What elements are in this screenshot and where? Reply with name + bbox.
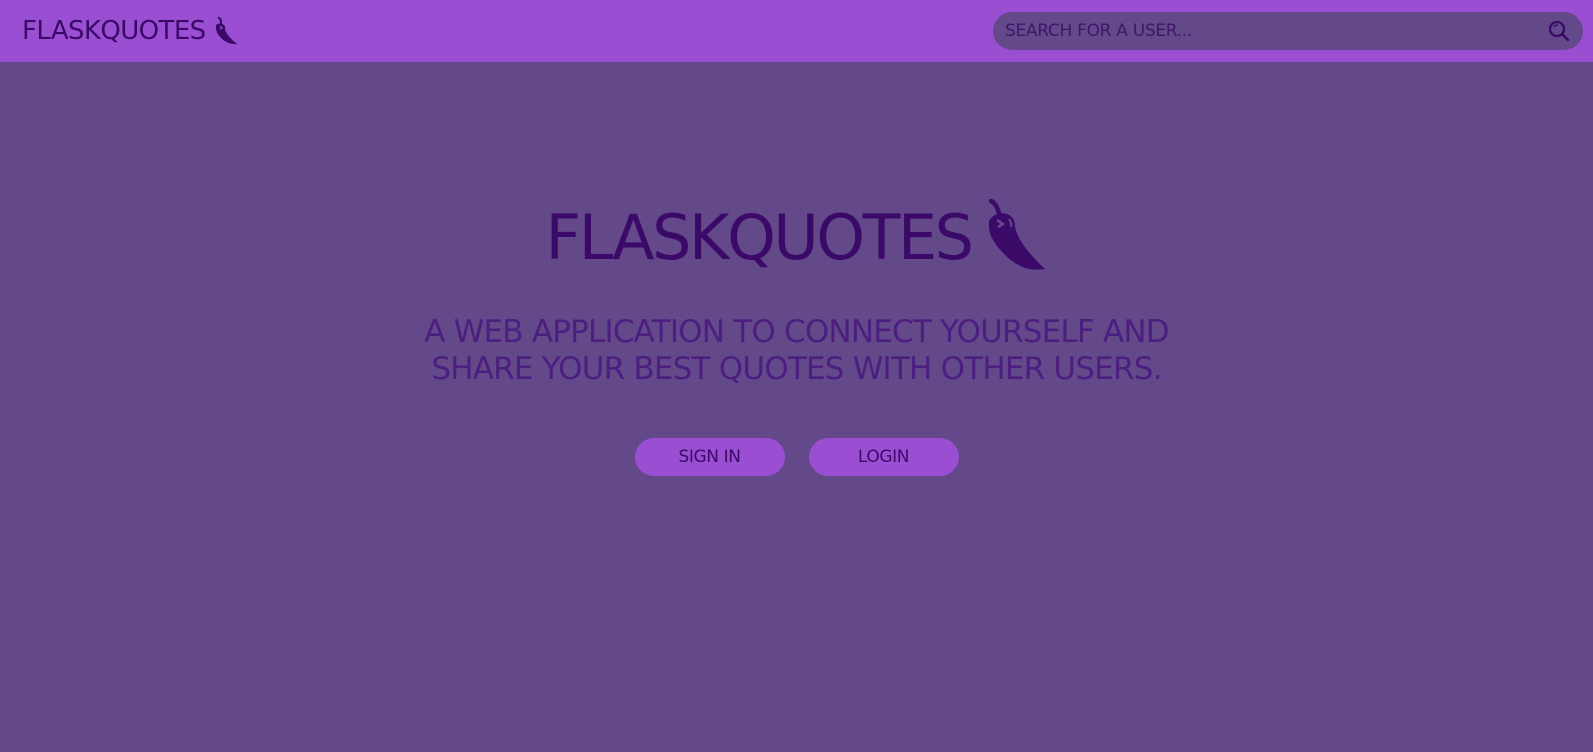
hero-subtitle-line-1: A WEB APPLICATION TO CONNECT YOURSELF AN… <box>424 314 1169 350</box>
hero-title: FLASKQUOTES <box>545 199 1048 276</box>
chili-pepper-icon <box>215 16 237 45</box>
navbar: FLASKQUOTES <box>0 0 1593 62</box>
hero-title-text: FLASKQUOTES <box>545 201 974 274</box>
chili-pepper-icon <box>989 199 1046 270</box>
search-icon[interactable] <box>1547 19 1571 43</box>
sign-in-button[interactable]: SIGN IN <box>634 438 785 476</box>
brand-link[interactable]: FLASKQUOTES <box>22 14 238 48</box>
search-bar <box>993 12 1583 50</box>
search-input[interactable] <box>1005 12 1525 50</box>
auth-actions: SIGN IN LOGIN <box>0 438 1593 476</box>
login-button[interactable]: LOGIN <box>808 438 959 476</box>
hero-section: FLASKQUOTES A WEB APPLICATION TO CONNECT… <box>0 199 1593 388</box>
hero-subtitle-line-2: SHARE YOUR BEST QUOTES WITH OTHER USERS. <box>431 351 1162 387</box>
hero-subtitle: A WEB APPLICATION TO CONNECT YOURSELF AN… <box>367 314 1227 388</box>
brand-title: FLASKQUOTES <box>22 16 206 46</box>
